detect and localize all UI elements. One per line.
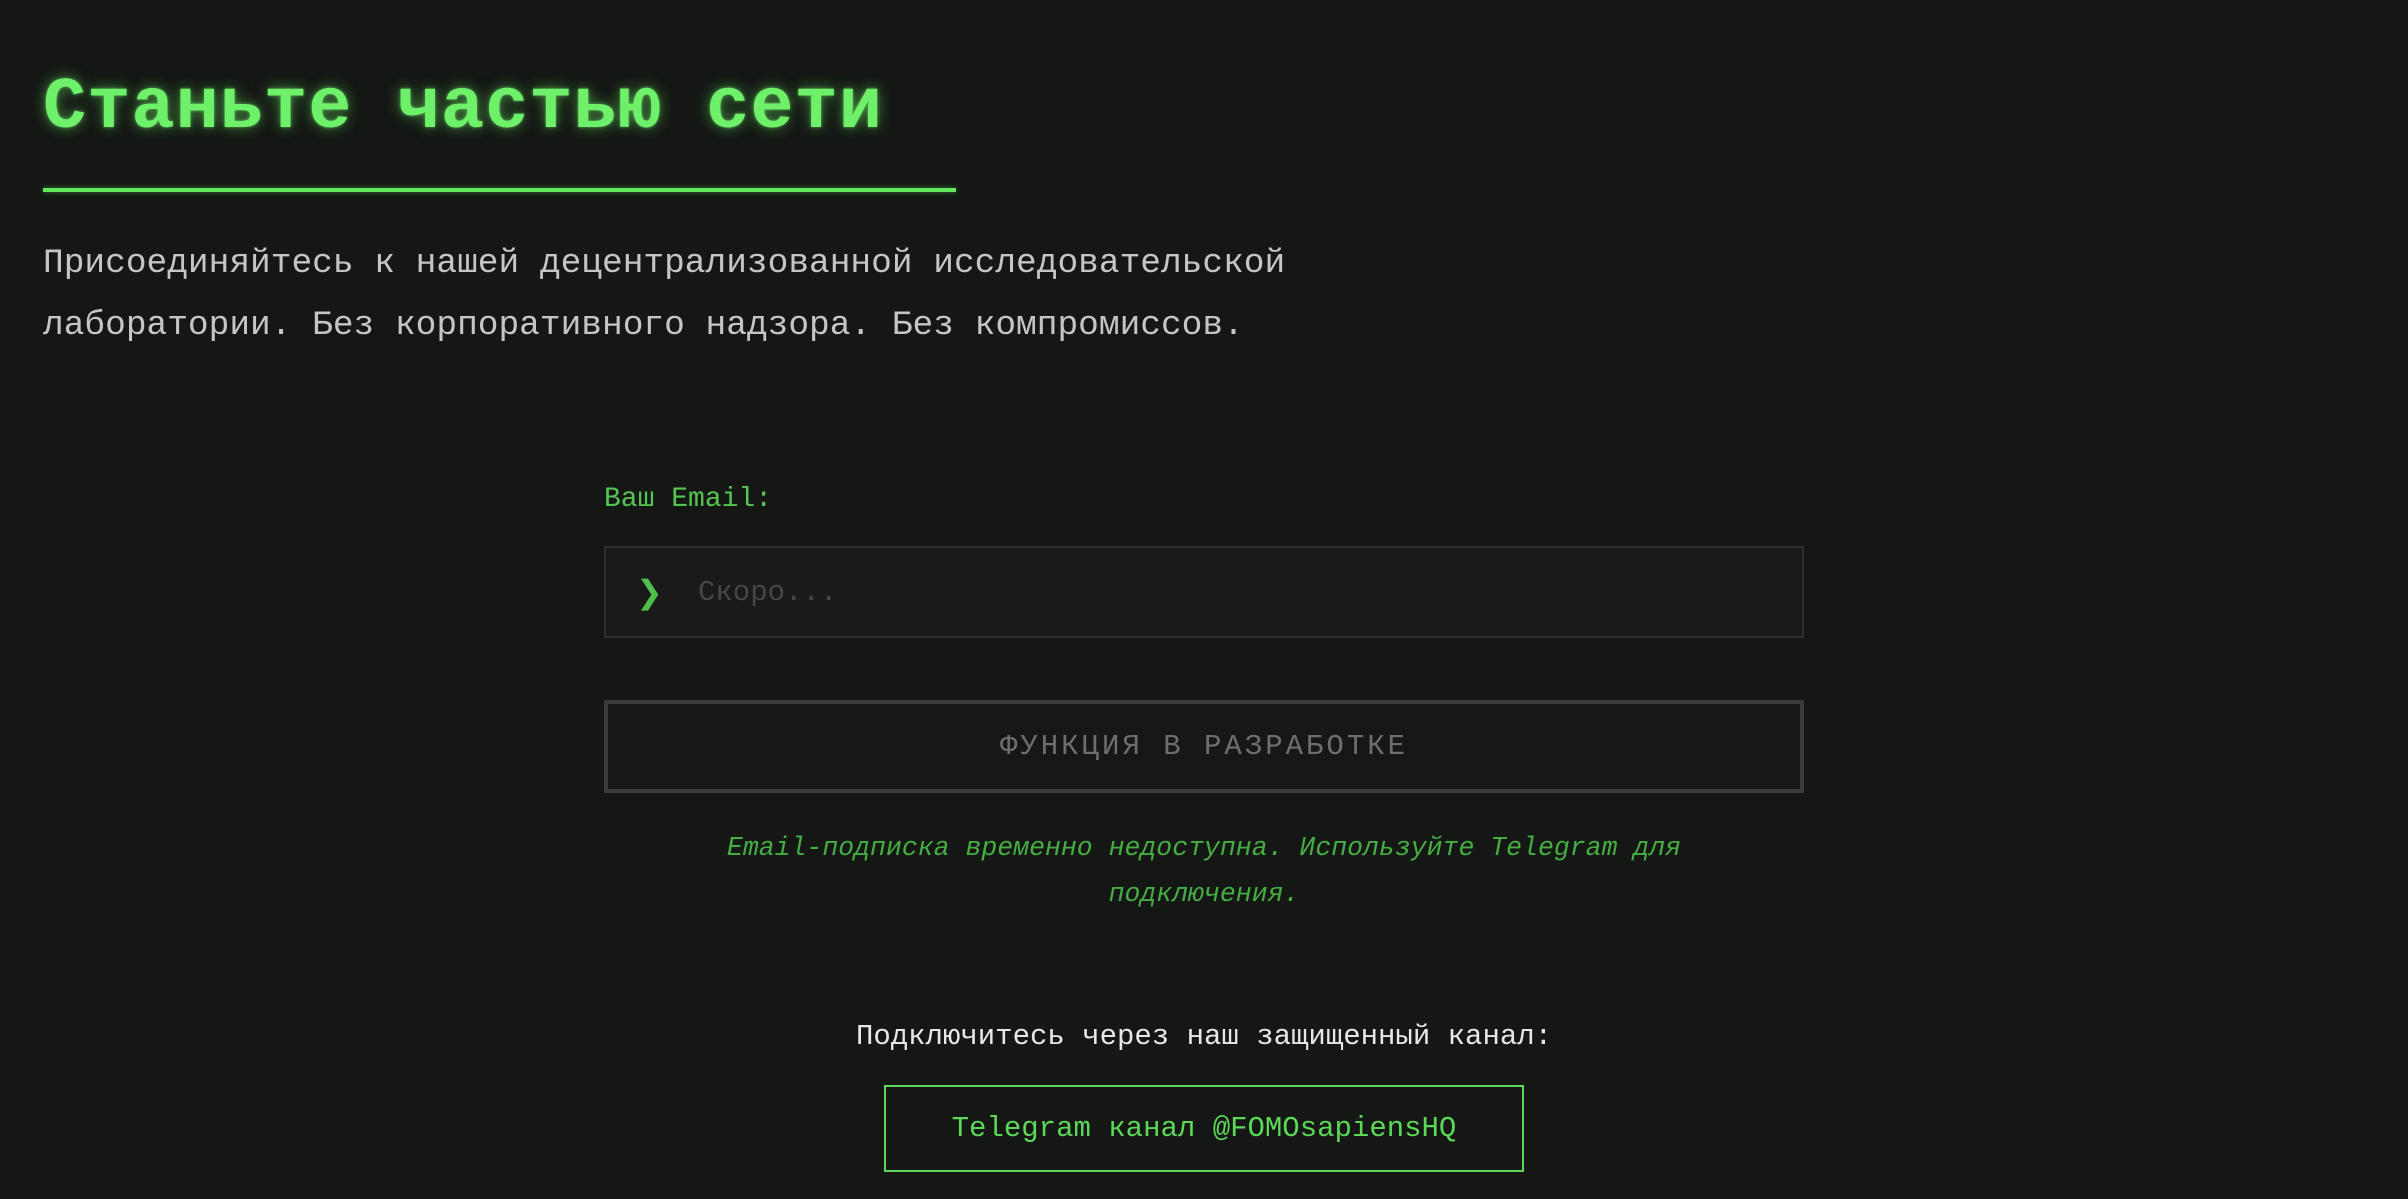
email-field[interactable]: ❯ xyxy=(604,546,1804,638)
hero-description: Присоединяйтесь к нашей децентрализованн… xyxy=(43,244,1286,345)
page-title: Станьте частью сети xyxy=(43,67,883,149)
submit-button[interactable]: ФУНКЦИЯ В РАЗРАБОТКЕ xyxy=(604,700,1804,793)
email-input[interactable] xyxy=(696,574,1802,610)
telegram-link[interactable]: Telegram канал @FOMOsapiensHQ xyxy=(884,1085,1524,1172)
notice-text: Email-подписка временно недоступна. Испо… xyxy=(726,833,1682,909)
connect-text: Подключитесь через наш защищенный канал: xyxy=(855,1020,1553,1053)
hero-section: Станьте частью сети Присоединяйтесь к на… xyxy=(43,58,1543,357)
email-label: Ваш Email: xyxy=(604,484,773,515)
title-underline xyxy=(43,188,956,192)
telegram-link-wrapper: Telegram канал @FOMOsapiensHQ xyxy=(604,1085,1804,1172)
chevron-right-icon: ❯ xyxy=(636,573,663,611)
subscribe-form: Ваш Email: ❯ ФУНКЦИЯ В РАЗРАБОТКЕ Email-… xyxy=(604,476,1804,1172)
